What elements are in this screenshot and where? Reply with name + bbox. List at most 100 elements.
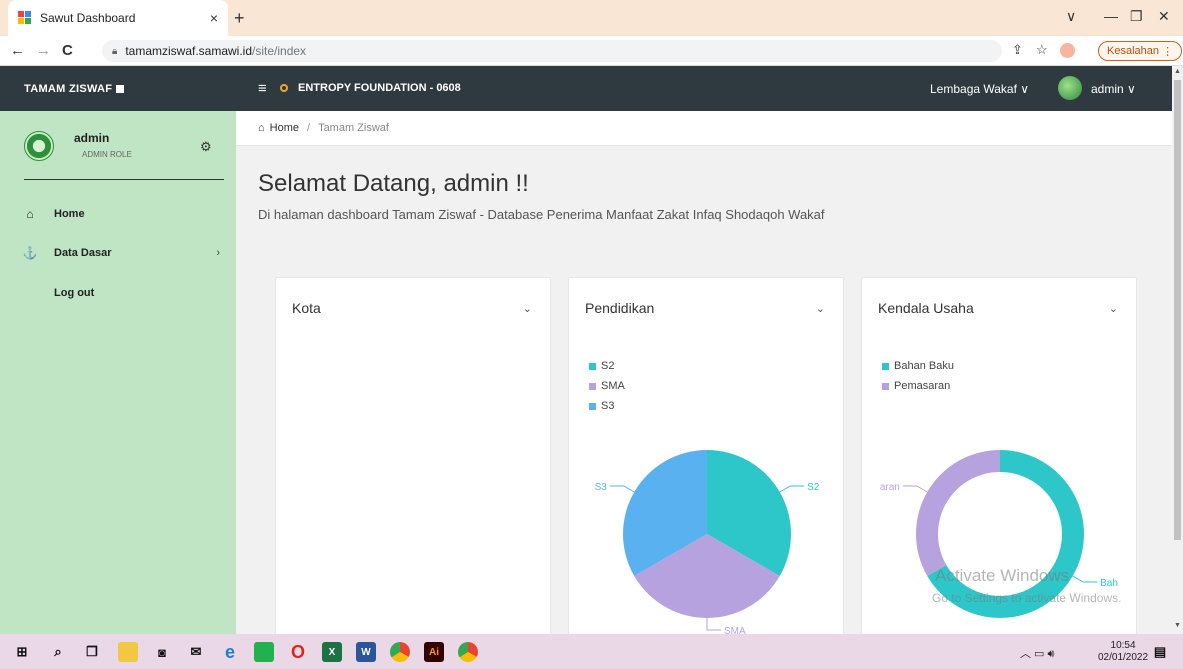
card-pendidikan: Pendidikan ⌄ S2 SMA S3 S2 SMA S3 <box>568 277 844 647</box>
organization-selector[interactable]: ENTROPY FOUNDATION - 0608 <box>280 82 461 94</box>
chevron-down-icon[interactable]: ⌄ <box>523 302 532 315</box>
forward-button[interactable]: → <box>36 42 51 59</box>
legend-item[interactable]: S3 <box>589 396 625 416</box>
card-title: Kendala Usaha <box>878 300 974 316</box>
legend-item[interactable]: Pemasaran <box>882 376 954 396</box>
url-input[interactable]: 🔒︎ tamamziswaf.samawi.id/site/index <box>102 40 1002 62</box>
tab-close-icon[interactable]: × <box>210 10 218 26</box>
slice-label: S2 <box>807 482 820 493</box>
pie-slice[interactable] <box>916 450 1000 576</box>
scrollbar-thumb[interactable] <box>1174 80 1181 540</box>
new-tab-button[interactable]: + <box>234 8 245 29</box>
sidebar-item-logout[interactable]: Log out <box>20 283 220 303</box>
profile-avatar-icon[interactable] <box>1060 43 1075 58</box>
chrome-icon[interactable] <box>390 642 410 662</box>
hamburger-menu-icon[interactable]: ≡ <box>258 80 267 97</box>
status-dot-icon <box>280 84 288 92</box>
browser-tab[interactable]: Sawut Dashboard × <box>8 0 228 36</box>
edge-icon[interactable]: e <box>220 642 240 662</box>
breadcrumb-home-link[interactable]: Home <box>270 122 299 134</box>
chart-legend: S2 SMA S3 <box>589 356 625 416</box>
anchor-icon: ⚓ <box>22 246 38 260</box>
label-line <box>1072 575 1098 583</box>
page-subtitle: Di halaman dashboard Tamam Ziswaf - Data… <box>258 207 825 222</box>
task-view-icon[interactable]: ❒ <box>82 642 102 662</box>
legend-item[interactable]: S2 <box>589 356 625 376</box>
brand-square-icon <box>116 84 125 93</box>
activate-windows-watermark: Activate Windows <box>935 566 1070 585</box>
sidebar-item-label: Home <box>54 208 85 220</box>
lock-icon: 🔒︎ <box>112 45 118 57</box>
windows-taskbar: ⊞ ⌕ ❒ ◙ ✉ e O X W Ai ︿ ▭ 🔊︎ 10:54 02/01/… <box>0 634 1183 669</box>
profile-name: admin <box>74 131 110 145</box>
windows-start-icon[interactable]: ⊞ <box>12 642 32 662</box>
profile-avatar <box>24 131 54 161</box>
card-title: Pendidikan <box>585 300 655 316</box>
scroll-down-icon[interactable]: ▼ <box>1174 622 1181 629</box>
bookmark-star-icon[interactable]: ☆ <box>1036 42 1048 58</box>
share-icon[interactable]: ⇪ <box>1012 42 1023 58</box>
user-menu-dropdown[interactable]: admin ∨ <box>1091 82 1136 96</box>
activate-windows-hint: Go to Settings to activate Windows. <box>932 591 1122 605</box>
line-app-icon[interactable] <box>254 642 274 662</box>
close-window-button[interactable]: ✕ <box>1158 8 1170 25</box>
breadcrumb: ⌂ Home / Tamam Ziswaf <box>236 111 1172 146</box>
back-button[interactable]: ← <box>10 42 25 59</box>
search-icon[interactable]: ⌕ <box>48 642 68 662</box>
sidebar-item-label: Data Dasar <box>54 247 112 259</box>
mail-icon[interactable]: ✉ <box>186 642 206 662</box>
slice-label: Bah <box>1100 578 1118 589</box>
card-kota: Kota ⌄ <box>275 277 551 647</box>
minimize-button[interactable]: — <box>1104 8 1118 24</box>
home-icon: ⌂ <box>26 207 34 221</box>
reload-button[interactable]: C <box>62 42 73 59</box>
notifications-icon[interactable]: ▤ <box>1150 642 1170 662</box>
opera-icon[interactable]: O <box>288 642 308 662</box>
system-tray-icons[interactable]: ︿ ▭ 🔊︎ <box>1020 645 1054 661</box>
chrome-profile-icon[interactable] <box>458 642 478 662</box>
sidebar: admin ADMIN ROLE ⚙ ⌂ Home ⚓ Data Dasar ›… <box>0 111 236 634</box>
home-icon: ⌂ <box>258 122 265 134</box>
label-line <box>779 485 805 493</box>
taskbar-clock[interactable]: 10:54 02/01/2022 <box>1098 640 1148 664</box>
label-line <box>902 485 928 493</box>
sidebar-item-data-dasar[interactable]: ⚓ Data Dasar › <box>20 243 220 263</box>
maximize-button[interactable]: ❐ <box>1130 8 1143 25</box>
legend-item[interactable]: Bahan Baku <box>882 356 954 376</box>
sidebar-divider <box>24 179 224 180</box>
pendidikan-pie-chart: S2SMAS3 <box>595 450 820 637</box>
browser-tab-bar: Sawut Dashboard × + ∨ — ❐ ✕ <box>0 0 1183 36</box>
profile-role: ADMIN ROLE <box>82 150 132 159</box>
page-scrollbar[interactable]: ▲ ▼ <box>1172 66 1183 634</box>
lembaga-dropdown[interactable]: Lembaga Wakaf ∨ <box>930 82 1029 96</box>
label-line <box>706 618 721 631</box>
address-bar-row: ← → C 🔒︎ tamamziswaf.samawi.id/site/inde… <box>0 36 1183 66</box>
page-title: Selamat Datang, admin !! <box>258 170 529 197</box>
word-icon[interactable]: W <box>356 642 376 662</box>
chevron-down-icon[interactable]: ⌄ <box>816 302 825 315</box>
sidebar-item-label: Log out <box>54 287 95 299</box>
tab-search-icon[interactable]: ∨ <box>1066 8 1076 25</box>
scroll-up-icon[interactable]: ▲ <box>1174 68 1181 75</box>
slice-label: aran <box>880 482 900 493</box>
sidebar-item-home[interactable]: ⌂ Home <box>20 204 220 224</box>
brand-logo[interactable]: TAMAM ZISWAF <box>0 66 236 111</box>
chart-legend: Bahan Baku Pemasaran <box>882 356 954 396</box>
label-line <box>609 485 635 493</box>
excel-icon[interactable]: X <box>322 642 342 662</box>
chevron-right-icon: › <box>216 247 220 259</box>
breadcrumb-current: Tamam Ziswaf <box>318 122 389 134</box>
kendala-usaha-donut-chart: Bah aran <box>880 450 1118 618</box>
gear-icon[interactable]: ⚙ <box>200 139 212 155</box>
favicon-icon <box>18 11 32 25</box>
tab-title: Sawut Dashboard <box>40 11 136 25</box>
profile-error-button[interactable]: Kesalahan ⋮ <box>1098 41 1183 61</box>
legend-item[interactable]: SMA <box>589 376 625 396</box>
file-explorer-icon[interactable] <box>118 642 138 662</box>
app-header: TAMAM ZISWAF ≡ ENTROPY FOUNDATION - 0608… <box>0 66 1172 111</box>
store-icon[interactable]: ◙ <box>152 642 172 662</box>
card-title: Kota <box>292 300 321 316</box>
chevron-down-icon[interactable]: ⌄ <box>1109 302 1118 315</box>
illustrator-icon[interactable]: Ai <box>424 642 444 662</box>
user-avatar[interactable] <box>1058 76 1082 100</box>
